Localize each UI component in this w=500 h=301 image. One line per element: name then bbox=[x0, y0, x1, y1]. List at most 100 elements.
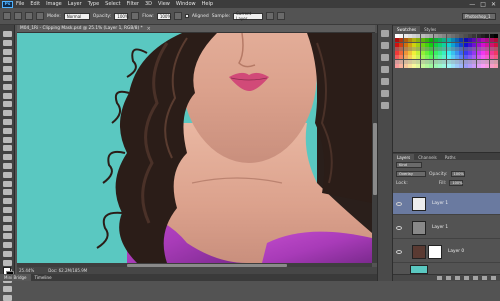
history-panel-icon[interactable] bbox=[381, 30, 389, 37]
add-mask-icon[interactable] bbox=[455, 276, 460, 280]
zoom-level[interactable]: 25.44% bbox=[19, 268, 34, 273]
close-tab-icon[interactable]: × bbox=[147, 26, 151, 32]
tab-styles[interactable]: Styles bbox=[420, 26, 440, 32]
menu-filter[interactable]: Filter bbox=[127, 1, 139, 7]
history-brush-tool-icon[interactable] bbox=[2, 110, 12, 117]
scroll-thumb[interactable] bbox=[372, 123, 377, 195]
tab-layers[interactable]: Layers bbox=[393, 154, 415, 160]
layer-row[interactable]: Layer 1 bbox=[393, 193, 500, 215]
layer-opacity-field[interactable]: 100% bbox=[450, 171, 465, 177]
visibility-eye-icon[interactable] bbox=[396, 225, 402, 230]
menu-3d[interactable]: 3D bbox=[145, 1, 152, 7]
extra-tool-icon[interactable] bbox=[2, 215, 12, 222]
menu-select[interactable]: Select bbox=[105, 1, 120, 7]
visibility-eye-icon[interactable] bbox=[396, 249, 402, 254]
dodge-tool-icon[interactable] bbox=[2, 145, 12, 152]
new-group-icon[interactable] bbox=[473, 276, 478, 280]
shape-tool-icon[interactable] bbox=[2, 180, 12, 187]
layers-panel-footer bbox=[393, 274, 500, 281]
menu-view[interactable]: View bbox=[158, 1, 170, 7]
healing-brush-tool-icon[interactable] bbox=[2, 83, 12, 90]
new-layer-icon[interactable] bbox=[482, 276, 487, 280]
airbrush-icon[interactable] bbox=[173, 12, 182, 20]
flow-field[interactable]: 100% bbox=[156, 12, 171, 20]
extra-tool-icon[interactable] bbox=[2, 259, 12, 266]
crop-tool-icon[interactable] bbox=[2, 66, 12, 73]
filter-kind-select[interactable]: Kind bbox=[396, 162, 422, 168]
clone-stamp-tool-icon[interactable] bbox=[2, 101, 12, 108]
layer-fill-field[interactable]: 100% bbox=[449, 180, 464, 186]
hand-tool-icon[interactable] bbox=[2, 189, 12, 196]
menu-layer[interactable]: Layer bbox=[68, 1, 82, 7]
extra-tool-icon[interactable] bbox=[2, 233, 12, 240]
quick-select-tool-icon[interactable] bbox=[2, 57, 12, 64]
document-tab[interactable]: M04_1Ri - Clipping Mask.psd @ 25.1% (Lay… bbox=[17, 25, 375, 33]
edit-toolbar-icon[interactable] bbox=[2, 206, 12, 213]
layer-row[interactable]: Layer 0 bbox=[393, 241, 500, 263]
type-tool-icon[interactable] bbox=[2, 162, 12, 169]
menu-edit[interactable]: Edit bbox=[30, 1, 40, 7]
blend-mode-select[interactable]: Overlay bbox=[396, 171, 426, 177]
tab-channels[interactable]: Channels bbox=[414, 154, 441, 160]
color-swatch[interactable] bbox=[493, 64, 498, 69]
properties-panel-icon[interactable] bbox=[381, 42, 389, 49]
path-select-tool-icon[interactable] bbox=[2, 171, 12, 178]
pressure-size-icon[interactable] bbox=[277, 12, 286, 20]
tab-mini-bridge[interactable]: Mini Bridge bbox=[0, 274, 31, 281]
layer-row[interactable]: Layer 1 bbox=[393, 217, 500, 239]
minimize-button[interactable]: — bbox=[469, 1, 475, 8]
workspace-select[interactable]: Photoshop_1 bbox=[462, 12, 496, 20]
tools-panel bbox=[0, 25, 15, 301]
menu-help[interactable]: Help bbox=[202, 1, 213, 7]
paragraph-panel-icon[interactable] bbox=[381, 90, 389, 97]
visibility-eye-icon[interactable] bbox=[396, 201, 402, 206]
ignore-adjustment-icon[interactable] bbox=[266, 12, 275, 20]
menu-type[interactable]: Type bbox=[88, 1, 99, 7]
maximize-button[interactable]: □ bbox=[480, 1, 486, 8]
tab-swatches[interactable]: Swatches bbox=[393, 26, 421, 32]
gradient-tool-icon[interactable] bbox=[2, 127, 12, 134]
clone-source-icon[interactable] bbox=[36, 12, 44, 20]
brush-panel-icon[interactable] bbox=[25, 12, 33, 20]
extra-tool-icon[interactable] bbox=[2, 242, 12, 249]
lasso-tool-icon[interactable] bbox=[2, 48, 12, 55]
document-canvas[interactable] bbox=[17, 33, 372, 263]
layer-thumbnail bbox=[412, 196, 426, 211]
extra-tool-icon[interactable] bbox=[2, 250, 12, 257]
character-panel-icon[interactable] bbox=[381, 78, 389, 85]
clone-source-panel-icon[interactable] bbox=[381, 66, 389, 73]
adjustment-layer-icon[interactable] bbox=[464, 276, 469, 280]
extra-tool-icon[interactable] bbox=[2, 294, 12, 301]
mode-select[interactable]: Normal bbox=[63, 12, 90, 20]
extra-tool-icon[interactable] bbox=[2, 224, 12, 231]
delete-layer-icon[interactable] bbox=[491, 276, 496, 280]
pen-tool-icon[interactable] bbox=[2, 154, 12, 161]
menu-bar: Ps File Edit Image Layer Type Select Fil… bbox=[0, 0, 500, 8]
tab-timeline[interactable]: Timeline bbox=[31, 274, 56, 281]
photoshop-logo: Ps bbox=[2, 0, 13, 8]
blur-tool-icon[interactable] bbox=[2, 136, 12, 143]
brush-tool-icon[interactable] bbox=[2, 92, 12, 99]
move-tool-icon[interactable] bbox=[2, 31, 12, 37]
tab-paths[interactable]: Paths bbox=[441, 154, 460, 160]
marquee-tool-icon[interactable] bbox=[2, 39, 12, 46]
sample-select[interactable]: Current Layer bbox=[233, 11, 264, 21]
info-panel-icon[interactable] bbox=[381, 102, 389, 109]
link-layers-icon[interactable] bbox=[437, 276, 442, 280]
brush-panel-icon[interactable] bbox=[381, 54, 389, 61]
brush-preset-icon[interactable] bbox=[14, 12, 22, 20]
eraser-tool-icon[interactable] bbox=[2, 118, 12, 125]
flow-label: Flow: bbox=[142, 13, 154, 19]
extra-tool-icon[interactable] bbox=[2, 286, 12, 293]
clone-stamp-icon[interactable] bbox=[3, 12, 11, 20]
eyedropper-tool-icon[interactable] bbox=[2, 74, 12, 81]
pressure-opacity-icon[interactable] bbox=[131, 12, 140, 20]
add-style-icon[interactable] bbox=[446, 276, 451, 280]
menu-image[interactable]: Image bbox=[46, 1, 62, 7]
menu-window[interactable]: Window bbox=[176, 1, 196, 7]
zoom-tool-icon[interactable] bbox=[2, 198, 12, 205]
aligned-checkbox[interactable] bbox=[184, 14, 189, 18]
opacity-field[interactable]: 100% bbox=[114, 12, 129, 20]
menu-file[interactable]: File bbox=[16, 1, 24, 7]
close-button[interactable]: ✕ bbox=[491, 1, 496, 8]
